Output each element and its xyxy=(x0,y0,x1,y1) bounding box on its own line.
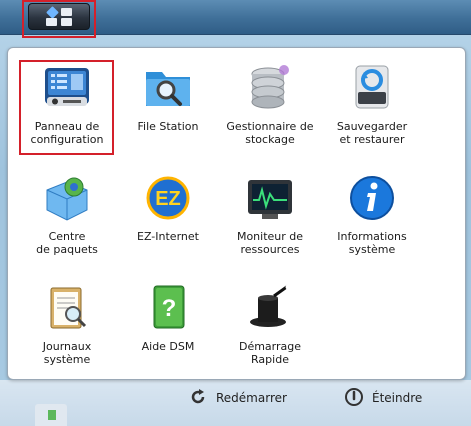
svg-text:?: ? xyxy=(162,295,177,322)
app-label-line: Centre xyxy=(48,230,86,243)
app-label: Journaux système xyxy=(17,340,117,366)
app-label-line: File Station xyxy=(137,120,199,133)
restart-label: Redémarrer xyxy=(216,391,287,405)
app-label: Centre de paquets xyxy=(17,230,117,256)
restart-icon xyxy=(188,387,208,410)
app-label-line: Informations xyxy=(337,230,407,243)
app-label-line: Gestionnaire de xyxy=(226,120,314,133)
restart-button[interactable]: Redémarrer xyxy=(188,388,287,408)
shutdown-label: Éteindre xyxy=(372,391,423,405)
app-label: EZ-Internet xyxy=(118,230,218,243)
app-label: Informations système xyxy=(322,230,422,256)
app-label-line: EZ-Internet xyxy=(137,230,199,243)
system-info-icon xyxy=(346,172,398,224)
app-storage-manager[interactable]: Gestionnaire de stockage xyxy=(220,62,320,146)
app-label-line: système xyxy=(348,243,396,256)
app-label-line: système xyxy=(43,353,91,366)
app-file-station[interactable]: File Station xyxy=(118,62,218,133)
app-label: Aide DSM xyxy=(118,340,218,353)
desktop-icon[interactable] xyxy=(35,404,67,426)
app-label-line: Aide DSM xyxy=(141,340,195,353)
app-label-line: Sauvegarder xyxy=(336,120,408,133)
app-dsm-help[interactable]: ? Aide DSM xyxy=(118,282,218,353)
app-label-line: Rapide xyxy=(251,353,289,366)
quick-start-icon xyxy=(244,282,296,334)
shutdown-button[interactable]: Éteindre xyxy=(344,387,423,410)
ez-internet-icon: EZ xyxy=(142,172,194,224)
storage-manager-icon xyxy=(244,62,296,114)
backup-restore-icon xyxy=(346,62,398,114)
system-logs-icon xyxy=(41,282,93,334)
app-backup-restore[interactable]: Sauvegarder et restaurer xyxy=(322,62,422,146)
app-label-line: et restaurer xyxy=(339,133,405,146)
app-resource-monitor[interactable]: Moniteur de ressources xyxy=(220,172,320,256)
app-label-line: Journaux xyxy=(42,340,92,353)
app-label: File Station xyxy=(118,120,218,133)
app-label-line: stockage xyxy=(245,133,295,146)
app-system-info[interactable]: Informations système xyxy=(322,172,422,256)
selection-highlight xyxy=(19,60,114,155)
app-system-logs[interactable]: Journaux système xyxy=(17,282,117,366)
app-label-line: Moniteur de xyxy=(236,230,304,243)
power-icon xyxy=(344,387,364,410)
app-label-line: ressources xyxy=(240,243,300,256)
app-label: Sauvegarder et restaurer xyxy=(322,120,422,146)
app-package-center[interactable]: Centre de paquets xyxy=(17,172,117,256)
app-label: Gestionnaire de stockage xyxy=(220,120,320,146)
app-quick-start[interactable]: Démarrage Rapide xyxy=(220,282,320,366)
app-label: Démarrage Rapide xyxy=(220,340,320,366)
app-label-line: Démarrage xyxy=(238,340,302,353)
resource-monitor-icon xyxy=(244,172,296,224)
package-center-icon xyxy=(41,172,93,224)
app-label: Moniteur de ressources xyxy=(220,230,320,256)
file-station-icon xyxy=(142,62,194,114)
main-menu-highlight xyxy=(22,0,96,38)
app-ez-internet[interactable]: EZ EZ-Internet xyxy=(118,172,218,243)
ez-badge-text: EZ xyxy=(155,188,181,210)
dsm-help-icon: ? xyxy=(142,282,194,334)
app-label-line: de paquets xyxy=(36,243,98,256)
